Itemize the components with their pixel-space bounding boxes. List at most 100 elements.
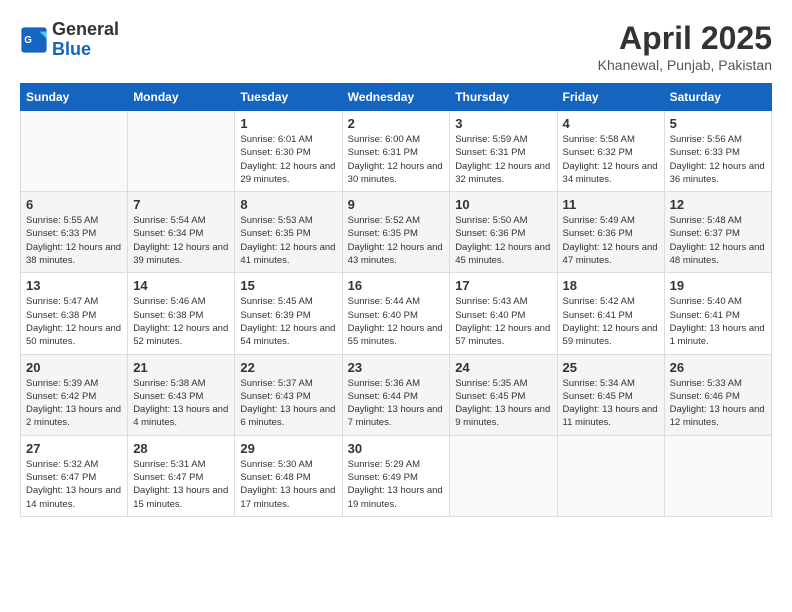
day-number: 30	[348, 441, 445, 456]
day-info: Sunrise: 5:52 AMSunset: 6:35 PMDaylight:…	[348, 214, 445, 267]
day-number: 3	[455, 116, 551, 131]
location-title: Khanewal, Punjab, Pakistan	[598, 57, 772, 73]
day-number: 19	[670, 278, 766, 293]
logo-icon: G	[20, 26, 48, 54]
day-info: Sunrise: 5:33 AMSunset: 6:46 PMDaylight:…	[670, 377, 766, 430]
day-number: 18	[563, 278, 659, 293]
day-number: 12	[670, 197, 766, 212]
column-header-saturday: Saturday	[664, 84, 771, 111]
week-row: 27 Sunrise: 5:32 AMSunset: 6:47 PMDayligh…	[21, 435, 772, 516]
calendar-cell: 24 Sunrise: 5:35 AMSunset: 6:45 PMDayligh…	[450, 354, 557, 435]
week-row: 6Sunrise: 5:55 AMSunset: 6:33 PMDaylight…	[21, 192, 772, 273]
day-info: Sunrise: 5:29 AMSunset: 6:49 PMDaylight:…	[348, 458, 445, 511]
day-number: 26	[670, 360, 766, 375]
calendar-cell: 18 Sunrise: 5:42 AMSunset: 6:41 PMDayligh…	[557, 273, 664, 354]
calendar-cell: 28 Sunrise: 5:31 AMSunset: 6:47 PMDayligh…	[128, 435, 235, 516]
calendar-cell: 17 Sunrise: 5:43 AMSunset: 6:40 PMDayligh…	[450, 273, 557, 354]
day-number: 29	[240, 441, 336, 456]
column-header-wednesday: Wednesday	[342, 84, 450, 111]
day-number: 15	[240, 278, 336, 293]
calendar-cell	[557, 435, 664, 516]
calendar-cell: 26 Sunrise: 5:33 AMSunset: 6:46 PMDayligh…	[664, 354, 771, 435]
day-info: Sunrise: 5:43 AMSunset: 6:40 PMDaylight:…	[455, 295, 551, 348]
calendar-cell: 1 Sunrise: 6:01 AMSunset: 6:30 PMDaylight…	[235, 111, 342, 192]
week-row: 13 Sunrise: 5:47 AMSunset: 6:38 PMDayligh…	[21, 273, 772, 354]
calendar-cell: 10 Sunrise: 5:50 AMSunset: 6:36 PMDayligh…	[450, 192, 557, 273]
day-info: Sunrise: 5:30 AMSunset: 6:48 PMDaylight:…	[240, 458, 336, 511]
day-info: Sunrise: 5:45 AMSunset: 6:39 PMDaylight:…	[240, 295, 336, 348]
calendar-table: SundayMondayTuesdayWednesdayThursdayFrid…	[20, 83, 772, 517]
day-number: 24	[455, 360, 551, 375]
calendar-cell: 27 Sunrise: 5:32 AMSunset: 6:47 PMDayligh…	[21, 435, 128, 516]
header: G General Blue April 2025 Khanewal, Punj…	[20, 20, 772, 73]
calendar-cell: 2 Sunrise: 6:00 AMSunset: 6:31 PMDaylight…	[342, 111, 450, 192]
column-header-monday: Monday	[128, 84, 235, 111]
day-info: Sunrise: 5:44 AMSunset: 6:40 PMDaylight:…	[348, 295, 445, 348]
day-info: Sunrise: 5:50 AMSunset: 6:36 PMDaylight:…	[455, 214, 551, 267]
column-header-sunday: Sunday	[21, 84, 128, 111]
svg-text:G: G	[24, 35, 32, 46]
day-info: Sunrise: 5:49 AMSunset: 6:36 PMDaylight:…	[563, 214, 659, 267]
day-info: Sunrise: 5:37 AMSunset: 6:43 PMDaylight:…	[240, 377, 336, 430]
day-number: 28	[133, 441, 229, 456]
calendar-cell: 9 Sunrise: 5:52 AMSunset: 6:35 PMDaylight…	[342, 192, 450, 273]
day-number: 8	[240, 197, 336, 212]
calendar-cell: 22 Sunrise: 5:37 AMSunset: 6:43 PMDayligh…	[235, 354, 342, 435]
day-number: 13	[26, 278, 122, 293]
calendar-cell	[21, 111, 128, 192]
day-number: 5	[670, 116, 766, 131]
calendar-cell: 25 Sunrise: 5:34 AMSunset: 6:45 PMDayligh…	[557, 354, 664, 435]
logo: G General Blue	[20, 20, 119, 60]
day-info: Sunrise: 5:46 AMSunset: 6:38 PMDaylight:…	[133, 295, 229, 348]
day-info: Sunrise: 5:59 AMSunset: 6:31 PMDaylight:…	[455, 133, 551, 186]
calendar-cell: 8 Sunrise: 5:53 AMSunset: 6:35 PMDaylight…	[235, 192, 342, 273]
day-number: 27	[26, 441, 122, 456]
calendar-cell	[664, 435, 771, 516]
calendar-cell: 21Sunrise: 5:38 AMSunset: 6:43 PMDayligh…	[128, 354, 235, 435]
day-number: 1	[240, 116, 336, 131]
day-info: Sunrise: 5:32 AMSunset: 6:47 PMDaylight:…	[26, 458, 122, 511]
day-info: Sunrise: 5:34 AMSunset: 6:45 PMDaylight:…	[563, 377, 659, 430]
calendar-cell: 13 Sunrise: 5:47 AMSunset: 6:38 PMDayligh…	[21, 273, 128, 354]
week-row: 1 Sunrise: 6:01 AMSunset: 6:30 PMDaylight…	[21, 111, 772, 192]
calendar-cell: 7 Sunrise: 5:54 AMSunset: 6:34 PMDaylight…	[128, 192, 235, 273]
month-title: April 2025	[598, 20, 772, 57]
day-info: Sunrise: 5:55 AMSunset: 6:33 PMDaylight:…	[26, 214, 122, 267]
day-info: Sunrise: 5:35 AMSunset: 6:45 PMDaylight:…	[455, 377, 551, 430]
day-number: 11	[563, 197, 659, 212]
day-number: 4	[563, 116, 659, 131]
day-info: Sunrise: 5:53 AMSunset: 6:35 PMDaylight:…	[240, 214, 336, 267]
calendar-cell: 6Sunrise: 5:55 AMSunset: 6:33 PMDaylight…	[21, 192, 128, 273]
calendar-cell: 14Sunrise: 5:46 AMSunset: 6:38 PMDayligh…	[128, 273, 235, 354]
column-header-thursday: Thursday	[450, 84, 557, 111]
column-header-friday: Friday	[557, 84, 664, 111]
day-info: Sunrise: 5:31 AMSunset: 6:47 PMDaylight:…	[133, 458, 229, 511]
calendar-cell: 4 Sunrise: 5:58 AMSunset: 6:32 PMDaylight…	[557, 111, 664, 192]
logo-line2: Blue	[52, 40, 119, 60]
calendar-cell	[450, 435, 557, 516]
title-area: April 2025 Khanewal, Punjab, Pakistan	[598, 20, 772, 73]
calendar-cell: 20Sunrise: 5:39 AMSunset: 6:42 PMDayligh…	[21, 354, 128, 435]
calendar-cell: 15 Sunrise: 5:45 AMSunset: 6:39 PMDayligh…	[235, 273, 342, 354]
day-number: 9	[348, 197, 445, 212]
calendar-cell	[128, 111, 235, 192]
calendar-cell: 5 Sunrise: 5:56 AMSunset: 6:33 PMDaylight…	[664, 111, 771, 192]
day-number: 10	[455, 197, 551, 212]
day-info: Sunrise: 5:58 AMSunset: 6:32 PMDaylight:…	[563, 133, 659, 186]
calendar-cell: 23Sunrise: 5:36 AMSunset: 6:44 PMDayligh…	[342, 354, 450, 435]
day-info: Sunrise: 5:47 AMSunset: 6:38 PMDaylight:…	[26, 295, 122, 348]
day-info: Sunrise: 5:56 AMSunset: 6:33 PMDaylight:…	[670, 133, 766, 186]
calendar-cell: 16Sunrise: 5:44 AMSunset: 6:40 PMDayligh…	[342, 273, 450, 354]
day-number: 2	[348, 116, 445, 131]
day-info: Sunrise: 5:54 AMSunset: 6:34 PMDaylight:…	[133, 214, 229, 267]
day-number: 7	[133, 197, 229, 212]
day-info: Sunrise: 6:01 AMSunset: 6:30 PMDaylight:…	[240, 133, 336, 186]
day-number: 22	[240, 360, 336, 375]
day-info: Sunrise: 5:39 AMSunset: 6:42 PMDaylight:…	[26, 377, 122, 430]
logo-line1: General	[52, 20, 119, 40]
day-number: 25	[563, 360, 659, 375]
week-row: 20Sunrise: 5:39 AMSunset: 6:42 PMDayligh…	[21, 354, 772, 435]
day-info: Sunrise: 6:00 AMSunset: 6:31 PMDaylight:…	[348, 133, 445, 186]
day-info: Sunrise: 5:42 AMSunset: 6:41 PMDaylight:…	[563, 295, 659, 348]
day-number: 17	[455, 278, 551, 293]
